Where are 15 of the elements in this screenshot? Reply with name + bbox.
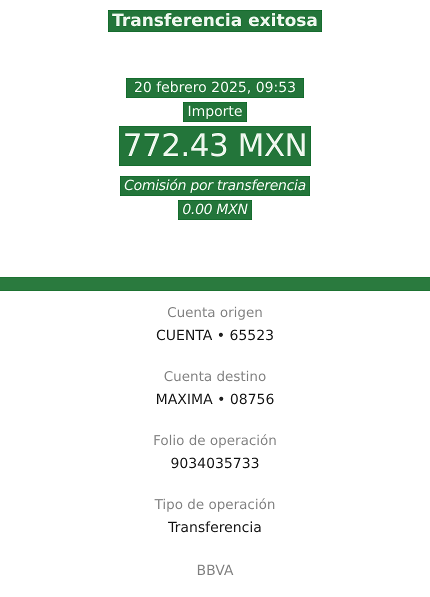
detail-label: Tipo de operación	[154, 496, 276, 515]
fee-value: 0.00 MXN	[178, 200, 252, 220]
detail-value: Transferencia	[168, 519, 262, 538]
detail-label: Cuenta origen	[167, 304, 263, 323]
detail-value: CUENTA • 65523	[156, 327, 274, 346]
page-title: Transferencia exitosa	[108, 10, 322, 32]
amount-value: 772.43 MXN	[118, 126, 312, 166]
amount-label: Importe	[183, 102, 247, 122]
fee-label: Comisión por transferencia	[120, 176, 310, 196]
detail-value: 9034035733	[170, 455, 260, 474]
detail-label: Folio de operación	[153, 432, 277, 451]
bank-name: BBVA	[196, 562, 234, 581]
transfer-date: 20 febrero 2025, 09:53	[126, 78, 304, 98]
detail-value: MAXIMA • 08756	[156, 391, 274, 410]
detail-label: Cuenta destino	[164, 368, 266, 387]
